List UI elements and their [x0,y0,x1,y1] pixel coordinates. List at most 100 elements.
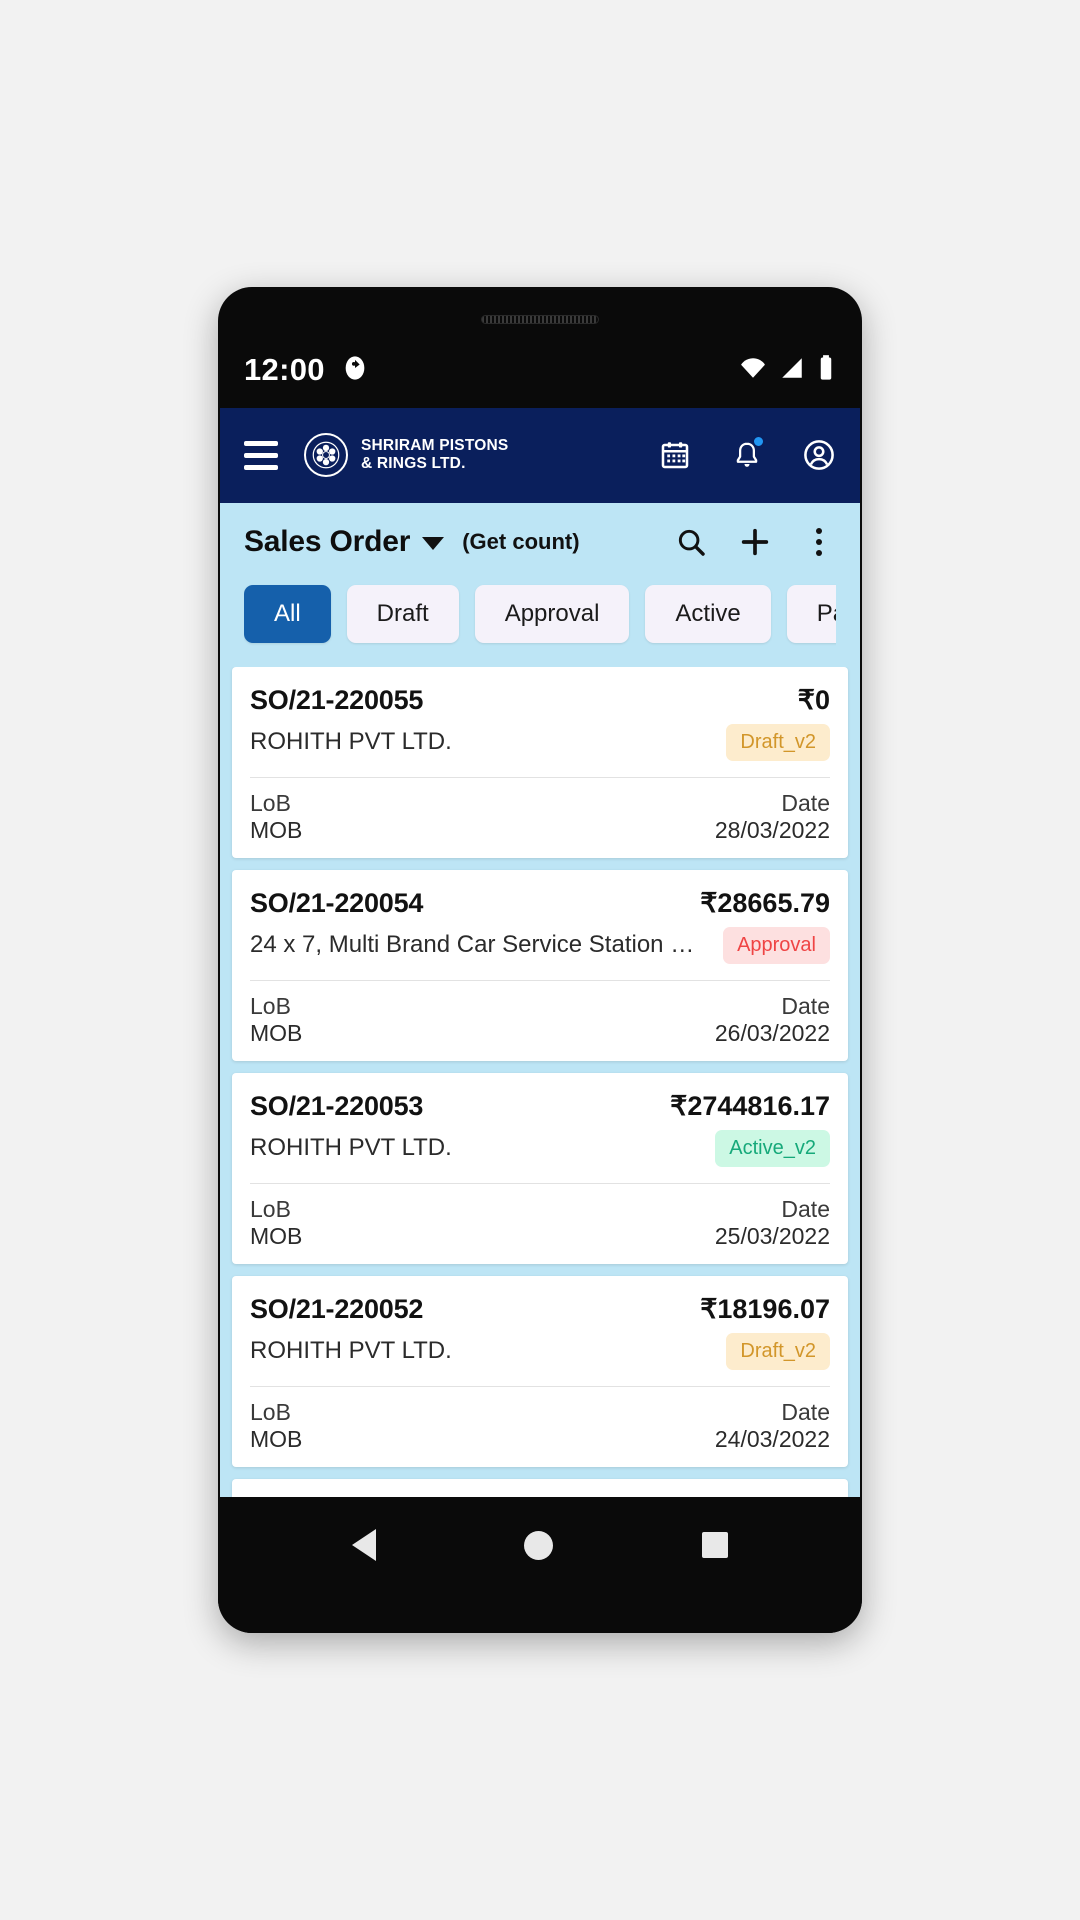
card-divider [250,1385,830,1387]
brand-name: SHRIRAM PISTONS & RINGS LTD. [361,437,508,474]
table-row[interactable]: SO/21-220054 ₹28665.79 24 x 7, Multi Bra… [232,869,848,1061]
status-badge: Active_v2 [715,1129,830,1167]
order-id: SO/21-220055 [250,684,424,715]
status-bar-left: 12:00 [232,352,369,388]
brand-line-2: & RINGS LTD. [361,455,466,473]
table-row[interactable]: SO/21-220052 ₹18196.07 ROHITH PVT LTD. D… [232,1275,848,1467]
order-party-row: ROHITH PVT LTD. Active_v2 [250,1129,830,1167]
order-meta-labels: LoB Date [250,993,830,1020]
chevron-down-icon[interactable] [422,537,445,551]
date-label: Date [781,992,830,1019]
order-party: ROHITH PVT LTD. [250,1134,452,1162]
date-value: 28/03/2022 [714,816,830,843]
order-amount: ₹28665.79 [700,887,830,918]
order-meta-labels: LoB Date [250,1399,830,1426]
wifi-icon [738,355,768,386]
account-profile-icon[interactable] [800,436,838,474]
status-bar-clock: 12:00 [244,352,325,388]
phone-device-frame: 12:00 SHRIRAM PISTONS & RINGS LTD. Sales… [218,287,862,1633]
date-value: 26/03/2022 [714,1019,830,1046]
add-icon[interactable] [738,525,772,559]
lob-value: MOB [250,1019,303,1046]
order-meta-values: MOB 24/03/2022 [250,1426,830,1453]
table-row[interactable]: SO/21-220052 ₹18196.07 ROHITH PVT LTD. D… [232,1478,848,1497]
status-bar: 12:00 [218,333,862,408]
order-party: 24 x 7, Multi Brand Car Service Station … [250,931,710,959]
clock-badge-icon [341,354,369,387]
status-badge: Approval [723,926,830,964]
filter-chip-draft[interactable]: Draft [346,584,459,643]
earpiece-speaker [481,315,599,324]
order-meta-labels: LoB Date [250,1196,830,1223]
lob-value: MOB [250,1222,303,1249]
order-party-row: 24 x 7, Multi Brand Car Service Station … [250,926,830,964]
filter-chip-approval[interactable]: Approval [474,584,630,643]
order-amount: ₹0 [797,684,830,715]
lob-value: MOB [250,1425,303,1452]
order-id: SO/21-220053 [250,1090,424,1121]
get-count-label[interactable]: (Get count) [462,529,579,555]
status-badge: Draft_v2 [726,1332,830,1370]
order-party-row: ROHITH PVT LTD. Draft_v2 [250,723,830,761]
order-amount: ₹2744816.17 [670,1090,830,1121]
filter-chip-partial[interactable]: Partial [786,584,836,643]
app-bar-actions [656,435,838,474]
order-amount: ₹18196.07 [700,1293,830,1324]
brand-line-1: SHRIRAM PISTONS [361,437,509,455]
recent-apps-button[interactable] [701,1532,728,1558]
cellular-signal-icon [778,355,806,386]
filter-chip-row[interactable]: All Draft Approval Active Partial [244,559,836,667]
notification-badge [752,435,765,449]
calendar-icon[interactable] [656,436,694,474]
order-meta-values: MOB 25/03/2022 [250,1223,830,1250]
page-title: Sales Order [244,524,411,558]
order-header: SO/21-220054 ₹28665.79 [250,888,830,919]
order-meta-labels: LoB Date [250,790,830,817]
sales-order-list[interactable]: SO/21-220055 ₹0 ROHITH PVT LTD. Draft_v2… [220,666,860,1497]
order-header: SO/21-220055 ₹0 [250,685,830,716]
order-meta-values: MOB 28/03/2022 [250,817,830,844]
lob-value: MOB [250,816,303,843]
order-party: ROHITH PVT LTD. [250,728,452,756]
status-badge: Draft_v2 [726,723,830,761]
date-value: 24/03/2022 [714,1425,830,1452]
status-bar-right [738,354,836,387]
app-bar: SHRIRAM PISTONS & RINGS LTD. [220,407,860,503]
device-bottom-bezel [218,1593,862,1633]
shriram-emblem-icon [304,433,348,478]
search-icon[interactable] [674,525,708,559]
date-label: Date [781,1398,830,1425]
order-id: SO/21-220052 [250,1293,424,1324]
table-row[interactable]: SO/21-220055 ₹0 ROHITH PVT LTD. Draft_v2… [232,666,848,858]
filter-chip-all[interactable]: All [244,584,331,643]
card-divider [250,776,830,778]
card-divider [250,979,830,981]
page-actions [674,525,836,559]
back-button[interactable] [352,1529,377,1561]
overflow-menu-icon[interactable] [802,525,836,559]
order-header: SO/21-220052 ₹18196.07 [250,1294,830,1325]
lob-label: LoB [250,1195,291,1222]
order-party: ROHITH PVT LTD. [250,1337,452,1365]
lob-label: LoB [250,992,291,1019]
page-sub-header: Sales Order (Get count) All Draft Approv… [220,502,860,667]
lob-label: LoB [250,789,291,816]
date-label: Date [781,1195,830,1222]
order-header: SO/21-220053 ₹2744816.17 [250,1091,830,1122]
lob-label: LoB [250,1398,291,1425]
notifications-bell-icon[interactable] [728,435,766,474]
date-value: 25/03/2022 [714,1222,830,1249]
home-button[interactable] [524,1530,554,1560]
hamburger-menu-icon[interactable] [244,440,278,470]
order-id: SO/21-220054 [250,887,424,918]
brand-logo: SHRIRAM PISTONS & RINGS LTD. [304,433,508,478]
filter-chip-active[interactable]: Active [645,584,771,643]
order-meta-values: MOB 26/03/2022 [250,1020,830,1047]
page-title-row: Sales Order (Get count) [244,525,836,559]
date-label: Date [781,789,830,816]
table-row[interactable]: SO/21-220053 ₹2744816.17 ROHITH PVT LTD.… [232,1072,848,1264]
app-screen: SHRIRAM PISTONS & RINGS LTD. Sales Order… [220,407,860,1497]
android-navigation-bar [218,1497,862,1593]
card-divider [250,1182,830,1184]
battery-icon [816,354,836,387]
